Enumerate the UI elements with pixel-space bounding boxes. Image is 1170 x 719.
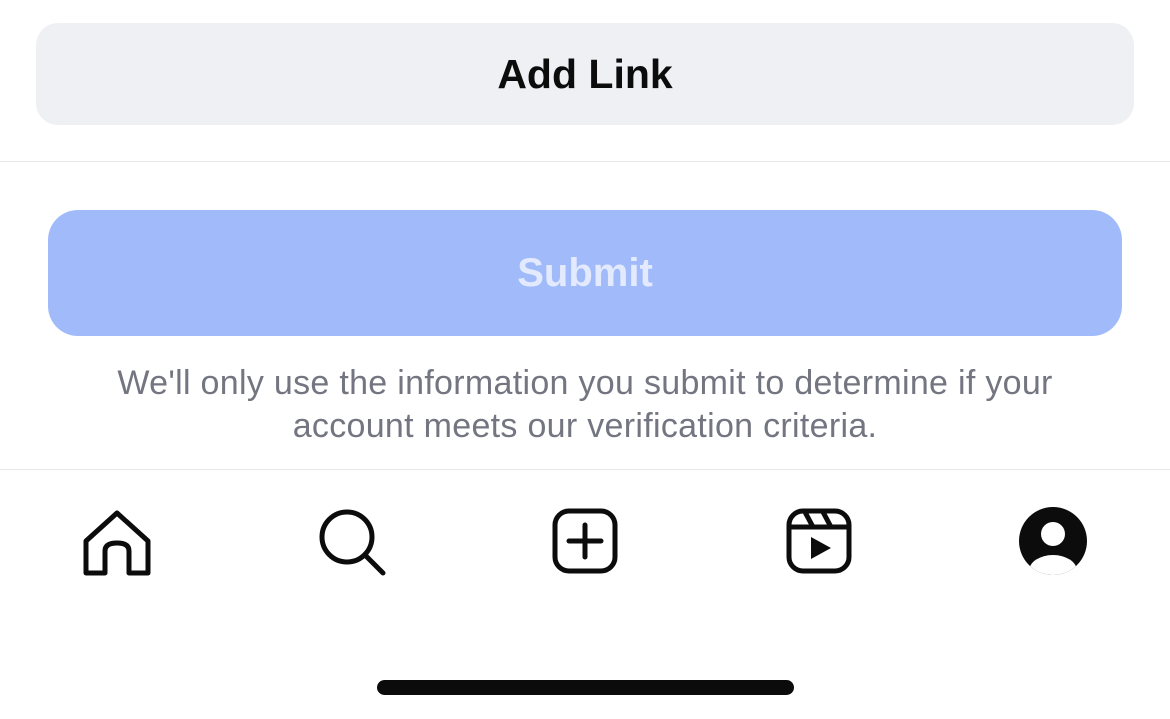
search-icon [319,509,386,576]
tab-reels[interactable] [782,506,856,580]
bottom-tab-bar [0,470,1170,620]
submit-label: Submit [517,250,653,295]
submit-button[interactable]: Submit [48,210,1122,336]
section-divider [0,161,1170,162]
tab-create[interactable] [548,506,622,580]
verification-disclaimer: We'll only use the information you submi… [40,362,1130,448]
disclaimer-line-1: We'll only use the information you submi… [117,364,1053,402]
tab-profile[interactable] [1016,506,1090,580]
home-icon [83,510,151,576]
disclaimer-line-2: account meets our verification criteria. [292,407,878,445]
add-link-button[interactable]: Add Link [36,23,1134,125]
home-indicator[interactable] [377,680,794,695]
reels-icon [786,508,852,574]
add-post-icon [552,508,618,574]
profile-icon [1019,507,1087,575]
tab-search[interactable] [314,506,388,580]
add-link-label: Add Link [497,50,673,97]
tab-home[interactable] [80,506,154,580]
